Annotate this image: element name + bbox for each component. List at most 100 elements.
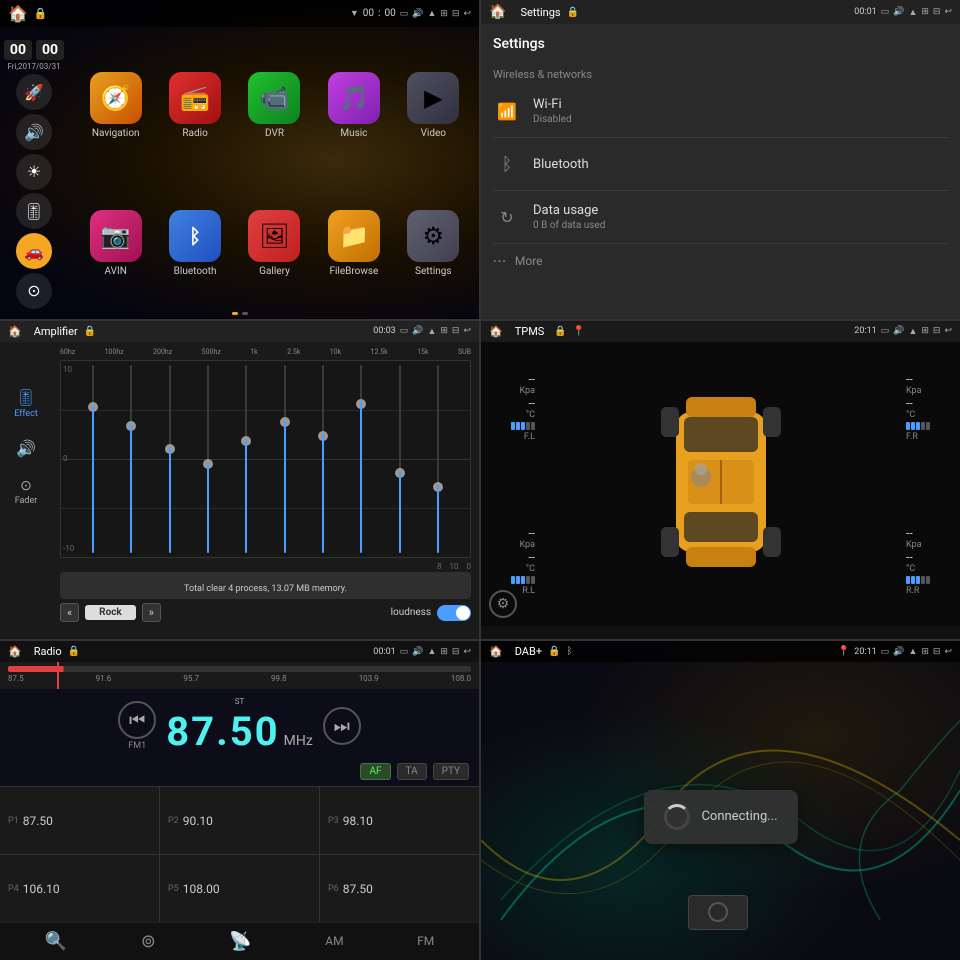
- circles-icon[interactable]: ⊙: [16, 273, 52, 309]
- app-navigation[interactable]: 🧭 Navigation: [80, 40, 151, 170]
- dab-gps-icon: 📍: [838, 646, 850, 657]
- tire-rr: -- Kpa -- °C R.R: [906, 526, 930, 596]
- radio-fm-band: FM1: [128, 741, 146, 751]
- eq-loudness-label: loudness: [391, 607, 431, 618]
- radio-ta-btn[interactable]: TA: [397, 763, 427, 780]
- more-item[interactable]: ··· More: [493, 244, 948, 278]
- eq-slider-7[interactable]: [305, 365, 341, 554]
- preset-p4[interactable]: P4 106.10: [0, 855, 159, 922]
- freq-15k: 15k: [417, 348, 428, 356]
- eq-slider-3[interactable]: [152, 365, 188, 554]
- datausage-icon: ↻: [493, 203, 521, 231]
- eq-toast-text: Total clear 4 process, 13.07 MB memory.: [184, 584, 347, 594]
- preset-p3[interactable]: P3 98.10: [320, 787, 479, 854]
- car-icon[interactable]: 🚗: [16, 233, 52, 269]
- tpms-back-icon[interactable]: ↩: [944, 326, 952, 336]
- app-bluetooth[interactable]: ᛒ Bluetooth: [159, 178, 230, 308]
- radio-antenna-btn[interactable]: 📡: [229, 931, 251, 952]
- tire-fl: -- Kpa -- °C F.L: [511, 372, 535, 442]
- radio-back-icon[interactable]: ↩: [463, 647, 471, 657]
- volume-icon[interactable]: 🔊: [16, 114, 52, 150]
- eq-slider-5[interactable]: [228, 365, 264, 554]
- screenshot-icon: ▭: [400, 9, 409, 19]
- eq-slider-6[interactable]: [266, 365, 302, 554]
- eq-slider-10[interactable]: [420, 365, 456, 554]
- radio-am-btn[interactable]: AM: [325, 934, 343, 948]
- eq-fader-btn[interactable]: ⊙ Fader: [15, 478, 38, 506]
- app-gallery[interactable]: 🖼 Gallery: [239, 178, 310, 308]
- wifi-item[interactable]: 📶 Wi-Fi Disabled: [493, 85, 948, 138]
- home-icon[interactable]: 🏠: [8, 4, 28, 23]
- eq-prev-btn[interactable]: «: [60, 603, 79, 622]
- apps-icon: ⊟: [452, 9, 460, 19]
- eq-back-icon[interactable]: ↩: [463, 326, 471, 336]
- freq-2k5: 2.5k: [287, 348, 300, 356]
- tpms-body: -- Kpa -- °C F.L -- Kpa -- °C: [481, 342, 960, 627]
- eq-slider-1[interactable]: [75, 365, 111, 554]
- page-indicator: [232, 312, 248, 315]
- tpms-settings-btn[interactable]: ⚙: [489, 590, 517, 618]
- radio-lock-icon: 🔒: [68, 646, 80, 657]
- app-video[interactable]: ▶ Video: [398, 40, 469, 170]
- dab-title: DAB+: [515, 645, 542, 658]
- radio-fm-btn[interactable]: FM: [417, 934, 434, 948]
- home-clock-min: 00: [384, 8, 395, 19]
- eq-next-btn[interactable]: »: [142, 603, 161, 622]
- radio-af-btn[interactable]: AF: [360, 763, 390, 780]
- eq-preset-btn[interactable]: Rock: [85, 605, 136, 620]
- back-icon[interactable]: ↩: [463, 9, 471, 19]
- eq-home-icon[interactable]: 🏠: [8, 325, 22, 338]
- eq-slider-9[interactable]: [381, 365, 417, 554]
- dab-home-icon[interactable]: 🏠: [489, 645, 503, 658]
- settings-time: 00:01: [854, 7, 876, 17]
- eq-effect-btn[interactable]: 🎚 Effect: [14, 388, 38, 419]
- radio-rds-btn[interactable]: ⊚: [141, 931, 156, 952]
- eq-slider-8[interactable]: [343, 365, 379, 554]
- dab-full-icon: ⊞: [921, 647, 929, 657]
- bluetooth-item[interactable]: ᛒ Bluetooth: [493, 138, 948, 191]
- app-filebrowse[interactable]: 📁 FileBrowse: [318, 178, 389, 308]
- app-settings[interactable]: ⚙ Settings: [398, 178, 469, 308]
- settings-screen-icon: ▭: [881, 7, 890, 17]
- settings-app-icon: ⊟: [933, 7, 941, 17]
- radio-next-btn[interactable]: ⏭: [323, 707, 361, 745]
- radio-search-btn[interactable]: 🔍: [45, 931, 67, 952]
- app-grid: 🧭 Navigation 📻 Radio 📹 DVR 🎵 Music ▶ Vid…: [70, 30, 479, 319]
- radio-prev-btn[interactable]: ⏮: [118, 701, 156, 739]
- app-avin[interactable]: 📷 AVIN: [80, 178, 151, 308]
- eq-slider-2[interactable]: [113, 365, 149, 554]
- rocket-icon[interactable]: 🚀: [16, 74, 52, 110]
- wifi-status: Disabled: [533, 114, 948, 125]
- eq-effect-label: Effect: [14, 409, 38, 419]
- datausage-item[interactable]: ↻ Data usage 0 B of data used: [493, 191, 948, 244]
- freq-100hz: 100hz: [105, 348, 124, 356]
- preset-p5[interactable]: P5 108.00: [160, 855, 319, 922]
- radio-home-icon[interactable]: 🏠: [8, 645, 22, 658]
- eq-volume-btn[interactable]: 🔊: [16, 439, 36, 458]
- eq-time: 00:03: [373, 326, 395, 336]
- eq-loudness-toggle[interactable]: [437, 605, 471, 621]
- tpms-title: TPMS: [515, 325, 545, 338]
- eq-slider-4[interactable]: [190, 365, 226, 554]
- brightness-icon[interactable]: ☀: [16, 154, 52, 190]
- avin-label: AVIN: [105, 266, 127, 277]
- tpms-home-icon[interactable]: 🏠: [489, 325, 503, 338]
- settings-back-icon[interactable]: ↩: [944, 7, 952, 17]
- app-music[interactable]: 🎵 Music: [318, 40, 389, 170]
- app-dvr[interactable]: 📹 DVR: [239, 40, 310, 170]
- preset-p6[interactable]: P6 87.50: [320, 855, 479, 922]
- eq-fader-icon: ⊙: [20, 478, 32, 494]
- eq-media-icon: ▲: [427, 326, 436, 337]
- more-label: More: [515, 254, 543, 268]
- tpms-time: 20:11: [854, 326, 876, 336]
- equalizer-icon[interactable]: 🎚: [16, 193, 52, 229]
- radio-pty-btn[interactable]: PTY: [433, 763, 469, 780]
- app-radio[interactable]: 📻 Radio: [159, 40, 230, 170]
- tpms-media-icon: ▲: [908, 326, 917, 337]
- dab-back-icon[interactable]: ↩: [944, 647, 952, 657]
- vol-icon: 🔊: [412, 9, 423, 19]
- radio-st: ST: [166, 697, 313, 706]
- preset-p2[interactable]: P2 90.10: [160, 787, 319, 854]
- preset-p1[interactable]: P1 87.50: [0, 787, 159, 854]
- settings-home-icon[interactable]: 🏠: [489, 4, 506, 20]
